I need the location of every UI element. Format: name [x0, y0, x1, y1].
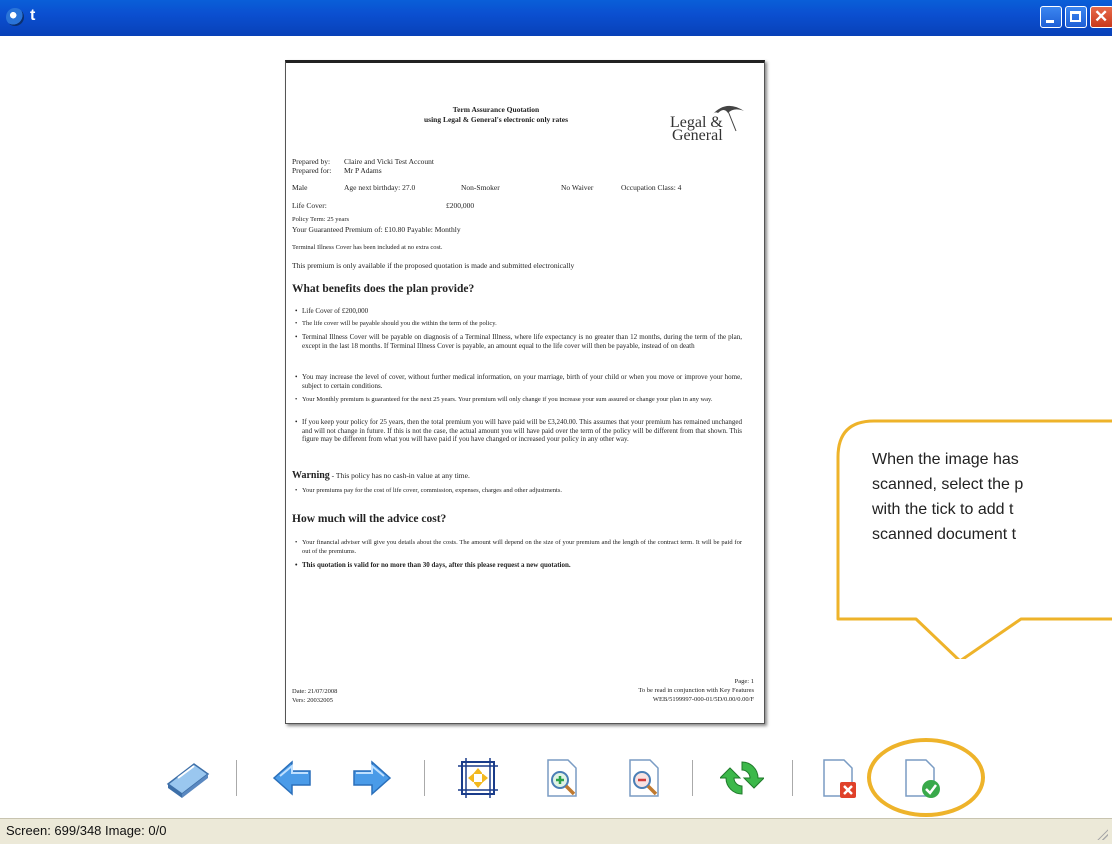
zoom-out-icon [629, 759, 659, 797]
callout-line: scanned document t [872, 526, 1017, 543]
maximize-button[interactable] [1065, 6, 1087, 28]
toolbar-separator [692, 760, 693, 796]
occupation-value: Occupation Class: 4 [621, 183, 682, 192]
app-icon [6, 8, 24, 26]
warning-line: Warning - This policy has no cash-in val… [292, 470, 470, 481]
doc-title: Term Assurance Quotation [452, 105, 540, 114]
life-cover-value: £200,000 [446, 201, 475, 210]
footer-note: To be read in conjunction with Key Featu… [638, 687, 754, 694]
footer-version: Vers: 20032005 [292, 697, 333, 704]
benefit-item: Your Monthly premium is guaranteed for t… [295, 396, 742, 405]
next-page-button[interactable] [350, 756, 394, 800]
minimize-button[interactable] [1040, 6, 1062, 28]
benefit-item: Terminal Illness Cover will be payable o… [295, 333, 742, 350]
fit-to-page-icon [458, 758, 498, 798]
title-bar: t ✕ [0, 0, 1112, 36]
zoom-out-button[interactable] [622, 756, 666, 800]
benefit-item: If you keep your policy for 25 years, th… [295, 418, 742, 444]
warning-item: Your premiums pay for the cost of life c… [295, 487, 722, 496]
age-value: Age next birthday: 27.0 [344, 183, 416, 192]
smoker-value: Non-Smoker [461, 183, 500, 192]
callout-line: scanned, select the p [872, 476, 1024, 493]
prepared-for-value: Mr P Adams [344, 166, 382, 175]
advice-item: This quotation is valid for no more than… [295, 561, 742, 570]
policy-term: Policy Term: 25 years [292, 216, 350, 223]
toolbar-separator [236, 760, 237, 796]
waiver-value: No Waiver [561, 183, 594, 192]
discard-page-button[interactable] [818, 756, 862, 800]
discard-page-icon [823, 759, 856, 798]
footer-ref: WEB/5199997-000-01/5D/0.00/0.00/F [652, 696, 754, 703]
prepared-by-value: Claire and Vicki Test Account [344, 157, 434, 166]
rotate-icon [720, 761, 764, 795]
footer-page: Page: 1 [734, 678, 754, 685]
previous-arrow-icon [272, 760, 311, 796]
callout-text: When the image has scanned, select the p… [872, 447, 1112, 547]
legal-general-logo: Legal & General [668, 101, 748, 144]
benefit-item: Life Cover of £200,000 [295, 307, 742, 316]
zoom-in-button[interactable] [540, 756, 584, 800]
logo-text-line2: General [672, 127, 723, 144]
doc-subtitle: using Legal & General's electronic only … [423, 115, 568, 124]
rotate-button[interactable] [720, 756, 764, 800]
sex-value: Male [292, 183, 308, 192]
previous-page-button[interactable] [270, 756, 314, 800]
window-title: t [30, 7, 36, 24]
advice-item: Your financial adviser will give you det… [295, 539, 742, 556]
benefits-heading: What benefits does the plan provide? [292, 283, 475, 295]
premium-line: Your Guaranteed Premium of: £10.80 Payab… [292, 225, 461, 234]
life-cover-label: Life Cover: [292, 201, 327, 210]
benefit-item: You may increase the level of cover, wit… [295, 373, 742, 390]
prepared-for-label: Prepared for: [292, 166, 332, 175]
terminal-note: Terminal Illness Cover has been included… [292, 244, 443, 251]
toolbar-separator [424, 760, 425, 796]
premium-note: This premium is only available if the pr… [292, 261, 575, 270]
highlight-ring [867, 738, 985, 817]
minimize-icon [1046, 20, 1054, 23]
fit-to-page-button[interactable] [456, 756, 500, 800]
callout-line: When the image has [872, 451, 1019, 468]
status-text: Screen: 699/348 Image: 0/0 [6, 823, 167, 838]
resize-grip-icon[interactable] [1096, 828, 1108, 840]
scanned-document-preview: Term Assurance Quotation using Legal & G… [285, 60, 765, 724]
scanner-icon [166, 763, 210, 798]
instruction-callout: When the image has scanned, select the p… [836, 419, 1112, 659]
warning-heading: Warning [292, 470, 330, 481]
toolbar-separator [792, 760, 793, 796]
advice-heading: How much will the advice cost? [292, 513, 447, 525]
benefit-item: The life cover will be payable should yo… [295, 320, 742, 329]
prepared-by-label: Prepared by: [292, 157, 331, 166]
close-button[interactable]: ✕ [1090, 6, 1112, 28]
callout-line: with the tick to add t [872, 501, 1014, 518]
footer-date: Date: 21/07/2008 [292, 688, 338, 695]
status-bar: Screen: 699/348 Image: 0/0 [0, 818, 1112, 844]
maximize-icon [1070, 11, 1081, 22]
close-icon: ✕ [1094, 7, 1109, 26]
zoom-in-icon [547, 759, 577, 797]
next-arrow-icon [353, 760, 392, 796]
scan-button[interactable] [164, 756, 210, 800]
warning-text: - This policy has no cash-in value at an… [329, 471, 470, 480]
